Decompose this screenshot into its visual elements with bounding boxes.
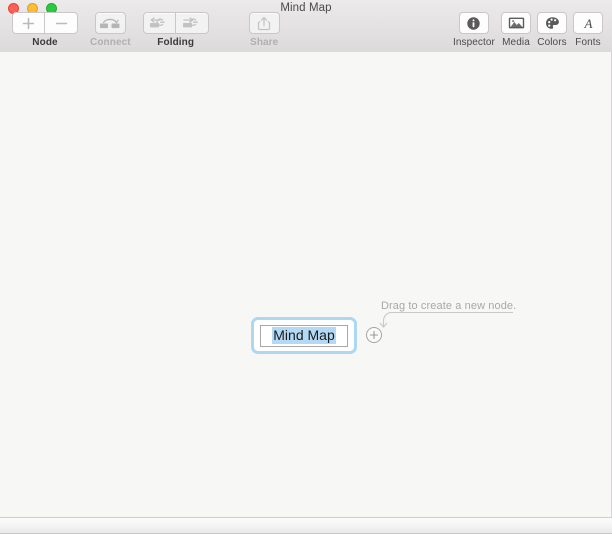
remove-node-button[interactable]	[45, 12, 78, 34]
horizontal-scrollbar[interactable]	[0, 517, 612, 534]
node-text-field[interactable]: Mind Map	[260, 324, 348, 347]
toolbar-label-share: Share	[250, 37, 279, 48]
font-a-icon: A	[583, 16, 592, 31]
media-toolbar-item[interactable]: Media	[501, 12, 531, 48]
node-button-row	[12, 12, 78, 34]
toolbar-label-folding: Folding	[157, 37, 195, 48]
info-circle-icon	[467, 16, 481, 30]
toolbar-group-share: Share	[248, 12, 280, 48]
window-chrome: Mind Map Node Connect Folding Share Insp…	[0, 0, 612, 53]
toolbar-group-connect: Connect	[90, 12, 131, 48]
mindmap-canvas[interactable]: Mind Map Drag to create a new node.	[0, 52, 612, 518]
media-button[interactable]	[501, 12, 531, 34]
toolbar-group-folding: Folding	[142, 12, 209, 48]
inspector-button[interactable]	[458, 12, 489, 34]
toolbar-label-node: Node	[32, 37, 58, 48]
unfold-right-icon	[182, 17, 198, 28]
colors-button[interactable]	[537, 12, 567, 34]
fold-button[interactable]	[142, 12, 176, 34]
plus-icon	[369, 330, 379, 340]
toolbar-right: Inspector Media Colors A Fonts	[450, 12, 606, 48]
folding-button-row	[142, 12, 209, 34]
create-node-plus-button[interactable]	[366, 327, 382, 343]
share-button-row	[248, 12, 280, 34]
color-palette-icon	[545, 16, 559, 29]
fonts-button[interactable]: A	[573, 12, 603, 34]
drag-hint-arrow-icon	[379, 311, 513, 328]
inspector-label: Inspector	[452, 37, 495, 48]
fold-left-icon	[150, 17, 166, 28]
fonts-toolbar-item[interactable]: A Fonts	[573, 12, 603, 48]
svg-text:A: A	[583, 16, 592, 31]
plus-icon	[22, 17, 35, 29]
media-photo-icon	[508, 17, 524, 29]
add-node-button[interactable]	[12, 12, 45, 34]
share-button[interactable]	[248, 12, 280, 34]
toolbar-label-connect: Connect	[90, 37, 131, 48]
inspector-toolbar-item[interactable]: Inspector	[453, 12, 495, 48]
connect-button-row	[94, 12, 126, 34]
unfold-button[interactable]	[175, 12, 209, 34]
colors-label: Colors	[537, 37, 567, 48]
app-window: Mind Map Node Connect Folding Share Insp…	[0, 0, 612, 534]
toolbar-left: Node Connect Folding Share	[6, 12, 286, 48]
mindmap-node-root[interactable]: Mind Map	[251, 317, 357, 354]
minus-icon	[55, 22, 67, 24]
media-label: Media	[502, 37, 530, 48]
fonts-label: Fonts	[575, 37, 601, 48]
node-text-value: Mind Map	[272, 327, 336, 344]
connect-nodes-button[interactable]	[94, 12, 126, 34]
connect-nodes-icon	[100, 18, 120, 29]
colors-toolbar-item[interactable]: Colors	[537, 12, 567, 48]
share-icon	[258, 16, 271, 30]
toolbar-group-node: Node	[12, 12, 78, 48]
